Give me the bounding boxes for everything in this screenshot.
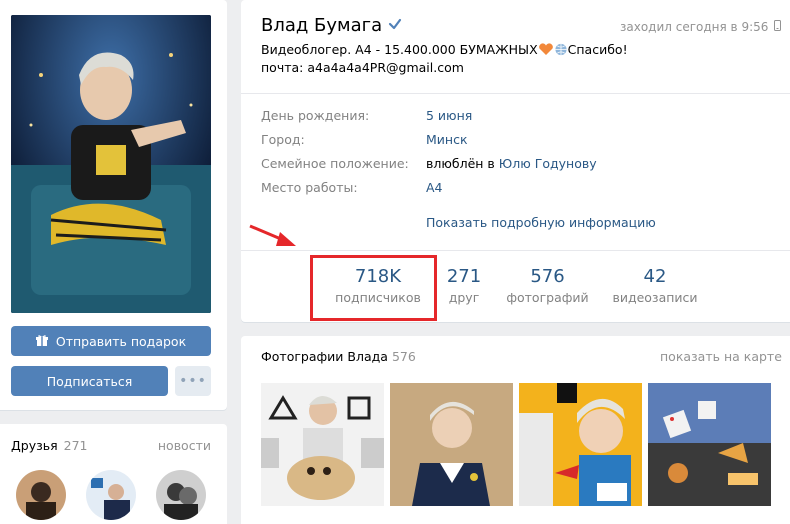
work-label: Место работы:: [261, 180, 358, 195]
counter-photos[interactable]: 576 фотографий: [505, 266, 590, 305]
send-gift-label: Отправить подарок: [55, 333, 187, 349]
counter-number: 271: [446, 266, 482, 287]
counter-number: 42: [643, 266, 667, 287]
counter-label: видеозаписи: [612, 290, 698, 305]
counter-videos[interactable]: 42 видеозаписи: [608, 266, 702, 305]
mobile-icon: [774, 20, 782, 34]
photos-count: 576: [391, 349, 416, 364]
counter-friends[interactable]: 271 друг: [442, 266, 486, 305]
bio-line-1: Видеоблогер. А4 - 15.400.000 БУМАЖНЫХ: [261, 42, 538, 57]
family-label: Семейное положение:: [261, 156, 409, 171]
show-more-info-link[interactable]: Показать подробную информацию: [426, 215, 656, 230]
bio-line-1-end: Спасибо!: [567, 42, 628, 57]
photo-thumbnail[interactable]: [390, 383, 513, 506]
photos-header: Фотографии Влада 576: [261, 349, 416, 364]
friends-news-link[interactable]: новости: [158, 438, 211, 453]
profile-bio: Видеоблогер. А4 - 15.400.000 БУМАЖНЫХ Спа…: [261, 42, 628, 76]
profile-photo[interactable]: [11, 15, 211, 313]
friends-title[interactable]: Друзья: [11, 438, 58, 453]
profile-name: Влад Бумага: [261, 15, 383, 36]
divider: [241, 93, 790, 94]
friend-avatar[interactable]: [16, 470, 66, 520]
last-seen-status: заходил сегодня в 9:56: [620, 20, 782, 34]
bio-line-2: почта: a4a4a4a4PR@gmail.com: [261, 60, 464, 75]
globe-icon: [554, 43, 568, 60]
family-value-link[interactable]: Юлю Годунову: [499, 156, 597, 171]
friends-header: Друзья 271 новости: [11, 438, 211, 453]
birthday-label: День рождения:: [261, 108, 370, 123]
counter-label: фотографий: [506, 290, 589, 305]
friends-count: 271: [63, 438, 88, 453]
photo-thumbnail[interactable]: [648, 383, 771, 506]
verified-icon[interactable]: [388, 15, 402, 36]
counter-number: 576: [530, 266, 565, 287]
birthday-value[interactable]: 5 июня: [426, 108, 472, 123]
heart-icon: [538, 43, 554, 60]
last-seen-text: заходил сегодня в 9:56: [620, 20, 769, 34]
divider: [241, 250, 790, 251]
friend-avatar[interactable]: [86, 470, 136, 520]
more-actions-button[interactable]: •••: [175, 366, 211, 396]
friend-avatar[interactable]: [156, 470, 206, 520]
show-on-map-link[interactable]: показать на карте: [660, 349, 782, 364]
subscribe-label: Подписаться: [46, 373, 133, 389]
photos-title[interactable]: Фотографии Влада: [261, 349, 388, 364]
send-gift-button[interactable]: Отправить подарок: [11, 326, 211, 356]
family-value: влюблён в Юлю Годунову: [426, 156, 597, 171]
counter-label: друг: [448, 290, 480, 305]
gift-icon: [35, 334, 48, 349]
followers-highlight-box: [310, 255, 437, 321]
subscribe-button[interactable]: Подписаться: [11, 366, 168, 396]
photo-thumbnail[interactable]: [261, 383, 384, 506]
work-value[interactable]: А4: [426, 180, 443, 195]
family-value-prefix: влюблён в: [426, 156, 495, 171]
arrow-icon: [248, 222, 300, 253]
city-label: Город:: [261, 132, 305, 147]
profile-name-row: Влад Бумага: [261, 15, 402, 36]
city-value[interactable]: Минск: [426, 132, 468, 147]
photo-thumbnail[interactable]: [519, 383, 642, 506]
